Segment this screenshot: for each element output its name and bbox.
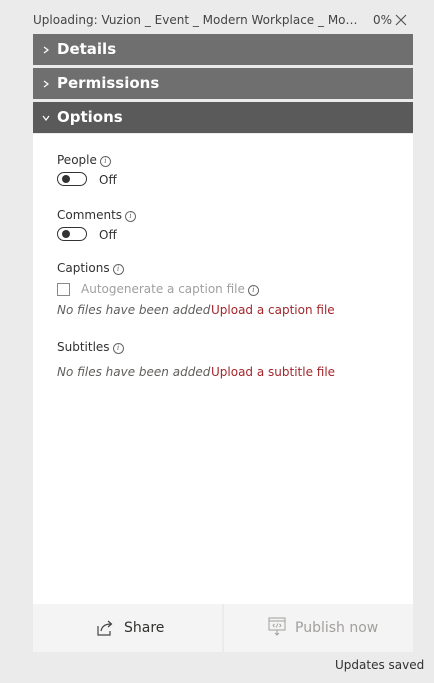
people-toggle[interactable] [57, 172, 87, 186]
upload-file-label: Uploading: Vuzion _ Event _ Modern Workp… [33, 13, 363, 27]
autogenerate-caption-text: Autogenerate a caption file [81, 282, 245, 296]
close-icon[interactable] [395, 14, 407, 26]
share-button[interactable]: Share [33, 604, 222, 652]
captions-label: Captions i [57, 261, 124, 275]
people-toggle-state: Off [99, 173, 117, 187]
permissions-section-header[interactable]: Permissions [33, 68, 413, 99]
save-status: Updates saved [335, 658, 425, 672]
upload-percent: 0% [373, 13, 393, 27]
publish-now-label: Publish now [295, 620, 379, 636]
share-label: Share [124, 620, 165, 636]
people-label-text: People [57, 153, 97, 167]
comments-label-text: Comments [57, 208, 123, 222]
autogenerate-caption-checkbox[interactable] [57, 283, 70, 296]
subtitles-label-text: Subtitles [57, 340, 110, 354]
chevron-right-icon [43, 46, 49, 54]
captions-no-files: No files have been added [57, 303, 211, 317]
comments-toggle[interactable] [57, 227, 87, 241]
share-icon [97, 620, 113, 636]
info-icon[interactable]: i [99, 156, 111, 167]
publish-now-button[interactable]: Publish now [224, 604, 413, 652]
options-section-header[interactable]: Options [33, 102, 413, 133]
toggle-knob [62, 175, 70, 183]
subtitles-label: Subtitles i [57, 340, 124, 354]
captions-label-text: Captions [57, 261, 110, 275]
comments-toggle-state: Off [99, 228, 117, 242]
options-panel: People i Off Comments i Off Captions i Auto… [33, 134, 413, 604]
publish-icon [268, 617, 286, 636]
people-label: People i [57, 153, 111, 167]
info-icon[interactable]: i [112, 264, 124, 275]
subtitles-no-files: No files have been added [57, 365, 211, 379]
info-icon[interactable]: i [125, 211, 137, 222]
autogenerate-caption-label: Autogenerate a caption file i [81, 282, 259, 296]
info-icon[interactable]: i [247, 285, 259, 296]
upload-subtitle-link[interactable]: Upload a subtitle file [211, 365, 335, 379]
chevron-down-icon [42, 115, 50, 121]
comments-label: Comments i [57, 208, 137, 222]
options-section-label: Options [57, 108, 123, 126]
info-icon[interactable]: i [112, 343, 124, 354]
toggle-knob [62, 230, 70, 238]
details-section-header[interactable]: Details [33, 34, 413, 65]
details-section-label: Details [57, 40, 117, 58]
upload-status-bar: Uploading: Vuzion _ Event _ Modern Workp… [33, 11, 413, 31]
permissions-section-label: Permissions [57, 74, 160, 92]
upload-caption-link[interactable]: Upload a caption file [211, 303, 335, 317]
chevron-right-icon [43, 80, 49, 88]
